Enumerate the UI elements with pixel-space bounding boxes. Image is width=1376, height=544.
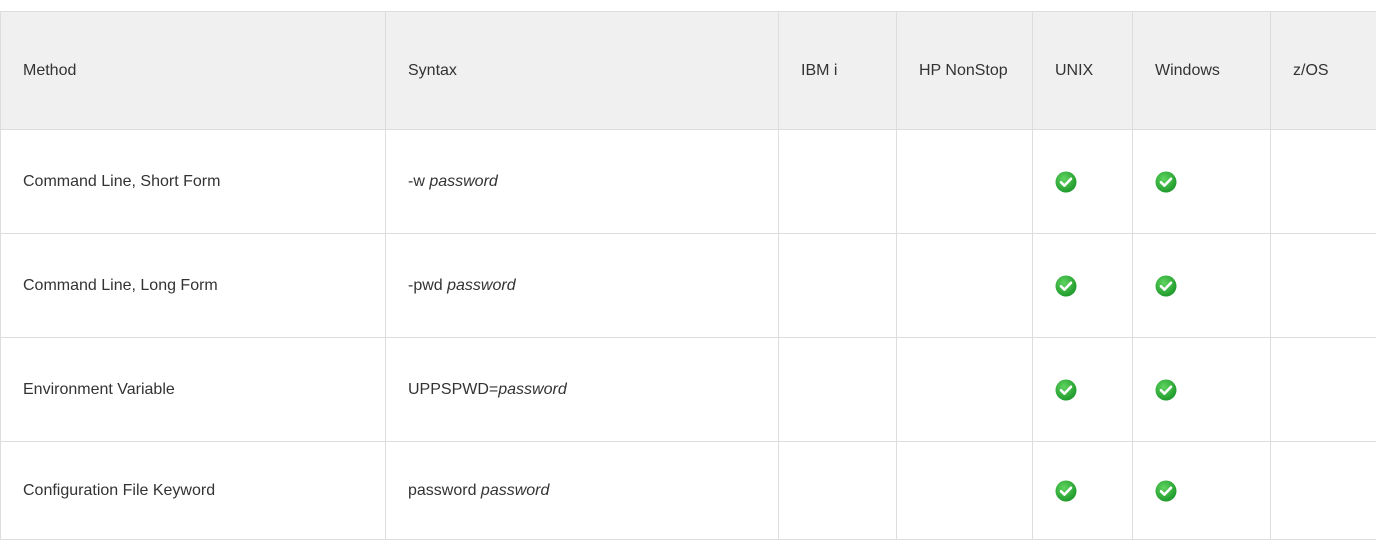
platform-cell-hp-nonstop xyxy=(896,129,1033,234)
platform-cell-hp-nonstop xyxy=(896,233,1033,338)
platform-cell-zos xyxy=(1270,233,1376,338)
method-cell: Command Line, Short Form xyxy=(0,129,386,234)
platform-cell-ibmi xyxy=(778,337,897,442)
syntax-prefix: -w xyxy=(408,172,430,190)
platform-cell-zos xyxy=(1270,441,1376,540)
check-icon xyxy=(1155,275,1177,297)
syntax-prefix: password xyxy=(408,481,481,499)
syntax-prefix: -pwd xyxy=(408,276,448,294)
platform-cell-hp-nonstop xyxy=(896,441,1033,540)
header-syntax: Syntax xyxy=(385,11,779,130)
header-hp-nonstop: HP NonStop xyxy=(896,11,1033,130)
platform-cell-ibmi xyxy=(778,129,897,234)
platform-cell-zos xyxy=(1270,337,1376,442)
table-row: Command Line, Long Form -pwd password xyxy=(0,233,1376,338)
platform-cell-windows xyxy=(1132,337,1271,442)
platform-cell-windows xyxy=(1132,129,1271,234)
table-row: Command Line, Short Form -w password xyxy=(0,129,1376,234)
check-icon xyxy=(1155,379,1177,401)
header-unix: UNIX xyxy=(1032,11,1133,130)
syntax-cell: -w password xyxy=(385,129,779,234)
syntax-argument: password xyxy=(447,276,516,294)
platform-cell-unix xyxy=(1032,441,1133,540)
method-cell: Command Line, Long Form xyxy=(0,233,386,338)
header-windows: Windows xyxy=(1132,11,1271,130)
platform-cell-windows xyxy=(1132,233,1271,338)
method-cell: Configuration File Keyword xyxy=(0,441,386,540)
platform-cell-hp-nonstop xyxy=(896,337,1033,442)
check-icon xyxy=(1055,379,1077,401)
syntax-argument: password xyxy=(498,380,567,398)
syntax-prefix: UPPSPWD= xyxy=(408,380,499,398)
header-method: Method xyxy=(0,11,386,130)
syntax-cell: password password xyxy=(385,441,779,540)
methods-table: Method Syntax IBM i HP NonStop UNIX Wind… xyxy=(0,11,1376,540)
syntax-cell: -pwd password xyxy=(385,233,779,338)
platform-cell-unix xyxy=(1032,129,1133,234)
table-row: Environment Variable UPPSPWD=password xyxy=(0,337,1376,442)
header-ibmi: IBM i xyxy=(778,11,897,130)
header-zos: z/OS xyxy=(1270,11,1376,130)
platform-cell-ibmi xyxy=(778,441,897,540)
header-row: Method Syntax IBM i HP NonStop UNIX Wind… xyxy=(0,11,1376,130)
method-cell: Environment Variable xyxy=(0,337,386,442)
platform-cell-windows xyxy=(1132,441,1271,540)
syntax-cell: UPPSPWD=password xyxy=(385,337,779,442)
syntax-argument: password xyxy=(480,481,550,499)
check-icon xyxy=(1155,171,1177,193)
platform-cell-zos xyxy=(1270,129,1376,234)
check-icon xyxy=(1055,480,1077,502)
table-row: Configuration File Keyword password passw… xyxy=(0,441,1376,540)
syntax-argument: password xyxy=(429,172,498,190)
platform-cell-unix xyxy=(1032,233,1133,338)
check-icon xyxy=(1055,171,1077,193)
check-icon xyxy=(1155,480,1177,502)
platform-cell-ibmi xyxy=(778,233,897,338)
check-icon xyxy=(1055,275,1077,297)
platform-cell-unix xyxy=(1032,337,1133,442)
